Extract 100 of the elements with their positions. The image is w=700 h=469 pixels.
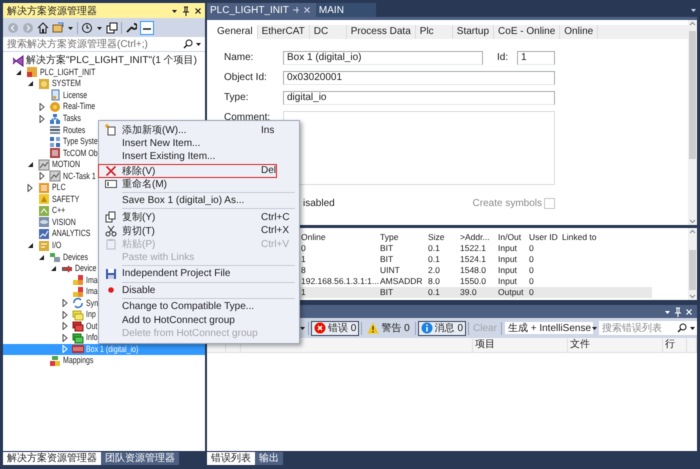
column-header[interactable]: Type — [379, 232, 427, 243]
tree-label: I/O — [52, 240, 61, 252]
menu-item[interactable]: Save Box 1 (digital_io) As... — [99, 194, 299, 207]
menu-item[interactable]: Add to HotConnect group — [99, 314, 299, 327]
table-cell-text: 0.1 — [427, 243, 441, 254]
field-label: Type: — [224, 91, 250, 105]
tree-label: Mappings — [63, 355, 94, 366]
tree-label: VISION — [52, 216, 76, 228]
table-cell-text: 1548.0 — [459, 265, 487, 276]
table-cell-text: 8.0 — [427, 276, 441, 287]
table-cell-text: BIT — [379, 254, 394, 265]
checkbox-label: isabled — [303, 198, 335, 208]
tree-label: NC-Task 1 — [63, 170, 96, 182]
tree-label: Type Syste — [63, 136, 98, 148]
tree-label: Routes — [63, 124, 86, 136]
checkbox-label: Create symbols — [472, 198, 542, 208]
table-cell-text: 0 — [528, 276, 535, 287]
panel-title: 解决方案资源管理器 — [7, 4, 98, 18]
table-cell-text: 1524.1 — [459, 254, 487, 265]
clear-label: Clear — [472, 322, 498, 334]
tree-label: Device — [74, 263, 96, 274]
table-cell-text: BIT — [379, 243, 394, 254]
input-field[interactable]: 1 — [517, 51, 555, 65]
table-cell-text: 0 — [528, 243, 535, 254]
menu-item[interactable]: 复制(Y) Ctrl+C — [99, 210, 299, 224]
field-label: Comment: — [224, 111, 272, 125]
tab[interactable]: EtherCAT — [258, 25, 310, 39]
document-tab[interactable]: MAIN — [316, 3, 376, 17]
tree-label: C++ — [52, 205, 65, 216]
panel-tab[interactable]: 解决方案资源管理器 — [3, 452, 101, 465]
tree-label: Devices — [63, 252, 88, 263]
column-header[interactable]: >Addr... — [459, 232, 497, 243]
panel-tab[interactable]: 输出 — [255, 452, 283, 465]
tree-label: Syn — [86, 298, 98, 309]
tree-label: Inp — [86, 309, 96, 320]
tree-label: SAFETY — [52, 194, 79, 205]
tree-label: SYSTEM — [52, 78, 80, 90]
table-cell-text: 1550.0 — [459, 276, 487, 287]
tab[interactable]: General — [213, 25, 258, 39]
table-cell-text: 1 — [300, 287, 307, 298]
tree-label: Info — [86, 332, 98, 344]
table-cell-text: 1522.1 — [459, 243, 487, 254]
table-cell-text: 0 — [300, 243, 307, 254]
tree-label: Ima — [86, 274, 98, 286]
table-cell-text: 1 — [300, 254, 307, 265]
tree-label: Tasks — [63, 113, 81, 124]
table-cell-text: BIT — [379, 287, 394, 298]
table-cell-text: Output — [497, 287, 525, 298]
column-header[interactable]: 文件 — [568, 338, 663, 352]
panel-tab[interactable]: 错误列表 — [207, 452, 255, 465]
menu-item[interactable]: 剪切(T) Ctrl+X — [99, 224, 299, 237]
table-cell-text: 39.0 — [459, 287, 478, 298]
table-cell-text: Input — [497, 254, 518, 265]
menu-item[interactable]: Independent Project File — [99, 267, 299, 280]
tree-label: ANALYTICS — [52, 228, 90, 240]
filter-button[interactable]: 警告 0 — [364, 320, 413, 336]
input-field[interactable]: digital_io — [283, 91, 555, 105]
table-cell-text: Input — [497, 265, 518, 276]
selected-row[interactable]: 1 BIT 0.1 39.0 Output 0 — [300, 287, 652, 298]
tree-item[interactable]: 解决方案"PLC_LIGHT_INIT"(1 个项目) — [26, 55, 198, 66]
table-cell-text: 0.1 — [427, 254, 441, 265]
column-header[interactable]: 项目 — [473, 338, 568, 352]
input-field[interactable]: Box 1 (digital_io) — [283, 51, 483, 65]
table-cell-text: 0 — [528, 265, 535, 276]
table-cell-text: Input — [497, 243, 518, 254]
menu-item[interactable]: 添加新项(W)... Ins — [99, 123, 299, 136]
table-cell-text: 8 — [300, 265, 307, 276]
input-field[interactable]: 0x03020001 — [283, 71, 555, 85]
menu-item[interactable]: Change to Compatible Type... — [99, 300, 299, 314]
tree-label: License — [63, 90, 88, 101]
tree-label: PLC_LIGHT_INIT — [40, 66, 96, 78]
menu-item[interactable]: Disable — [99, 284, 299, 297]
table-cell-text: Input — [497, 276, 518, 287]
tree-label: Ima — [86, 286, 98, 298]
tree-label: Out — [86, 320, 98, 332]
scope-dropdown[interactable]: 生成 + IntelliSense — [504, 321, 594, 335]
table-cell-text: 0.1 — [427, 287, 441, 298]
tree-label: TcCOM Ob — [63, 148, 98, 159]
filter-button[interactable]: 错误 0 — [311, 320, 360, 336]
table-cell-text: 0 — [528, 254, 535, 265]
menu-item[interactable]: Insert New Item... — [99, 136, 299, 150]
column-header[interactable]: User ID — [528, 232, 561, 243]
tree-label: Box 1 (digital_io) — [86, 344, 138, 355]
column-header[interactable]: Linked to — [561, 232, 652, 243]
table-cell: 192.168.56.1.3.1:1... — [300, 276, 379, 287]
table-cell-text: UINT — [379, 265, 401, 276]
filter-button[interactable]: 消息 0 — [418, 320, 466, 336]
table-cell-text: 2.0 — [427, 265, 441, 276]
menu-item[interactable]: 重命名(M) — [99, 177, 299, 190]
panel-tab[interactable]: 团队资源管理器 — [101, 452, 179, 465]
column-header[interactable]: Online — [300, 232, 379, 243]
tree-label: PLC — [52, 182, 66, 194]
column-header[interactable]: 行 — [663, 338, 687, 352]
column-header[interactable]: Size — [427, 232, 459, 243]
menu-item[interactable]: 移除(V) Del — [99, 164, 299, 177]
menu-item[interactable]: Insert Existing Item... — [99, 150, 299, 164]
column-header[interactable]: In/Out — [497, 232, 528, 243]
table-cell-text: AMSADDR — [379, 276, 424, 287]
search-field[interactable]: 搜索错误列表 — [598, 321, 697, 335]
table-cell-text: 0 — [528, 287, 535, 298]
